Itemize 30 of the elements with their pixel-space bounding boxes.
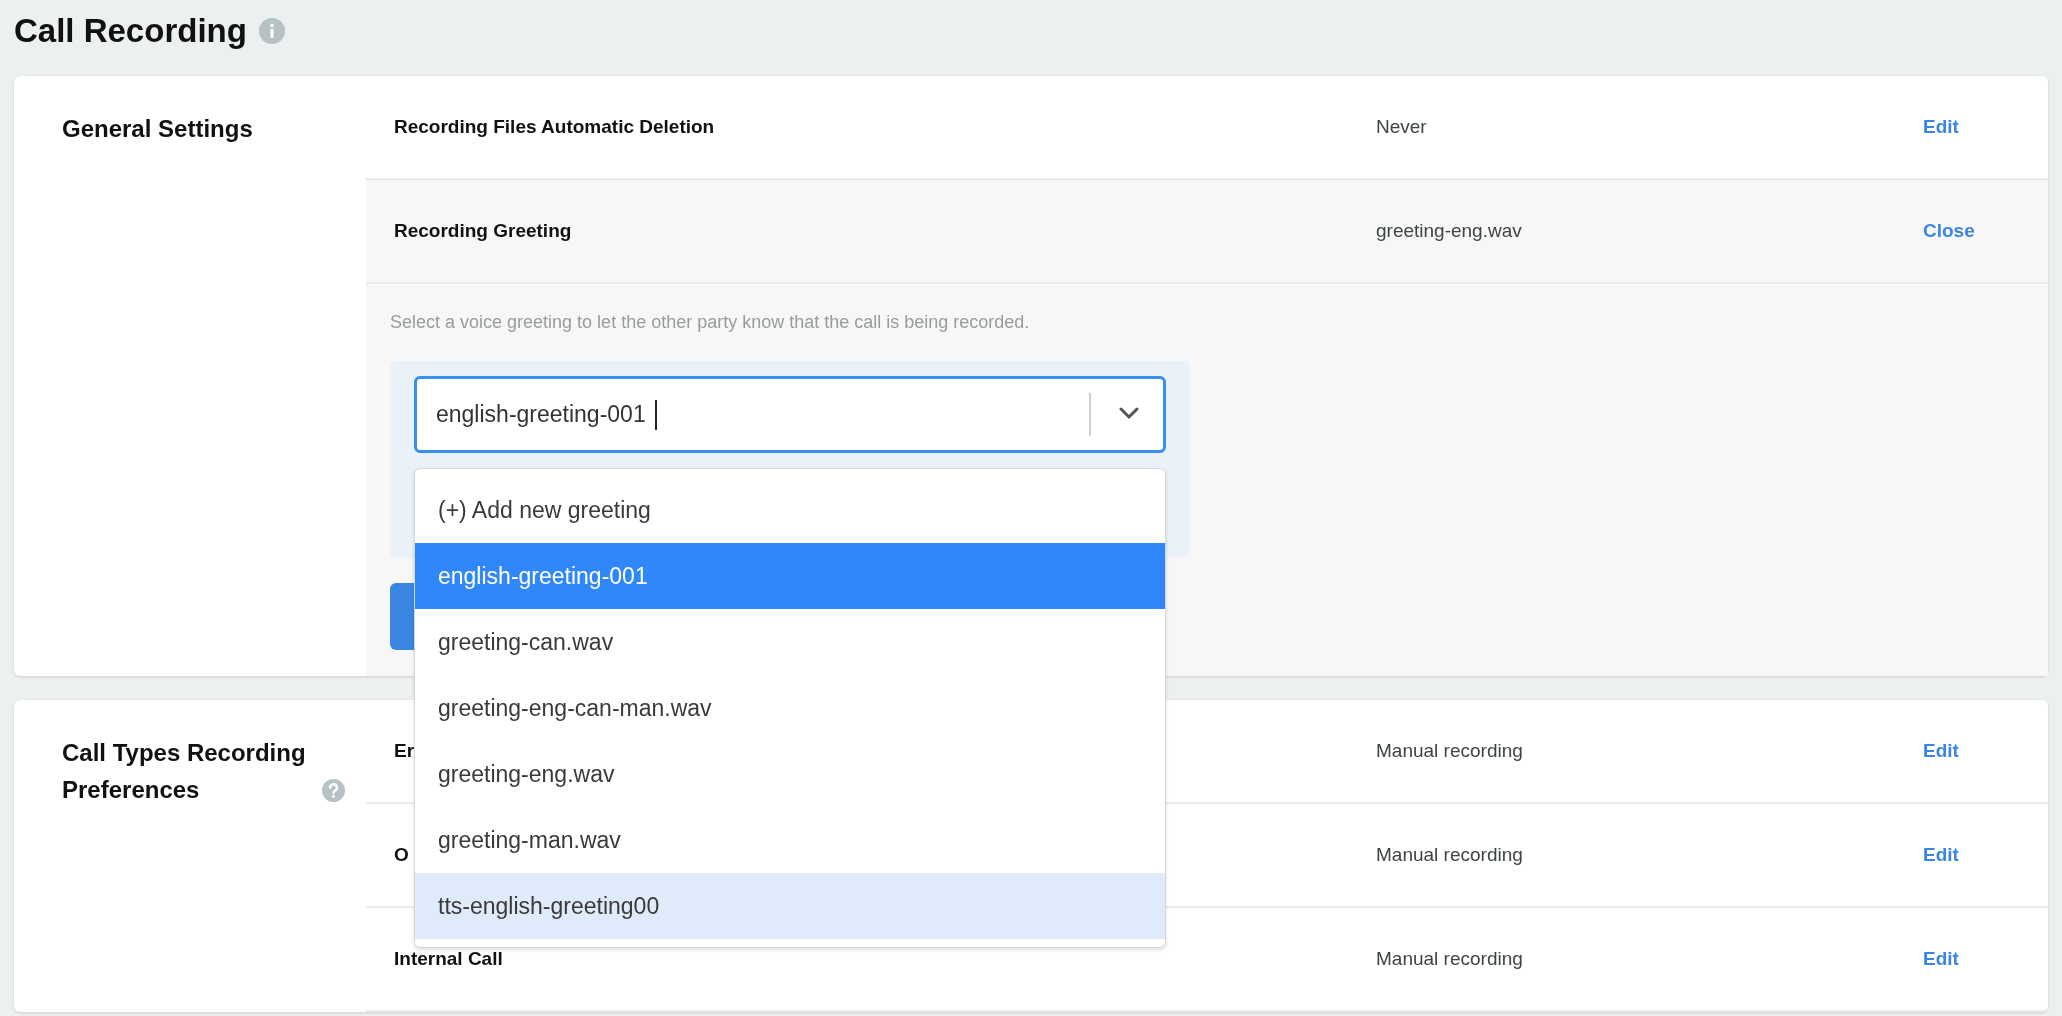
setting-label: Recording Files Automatic Deletion bbox=[394, 116, 715, 138]
edit-link[interactable]: Edit bbox=[1923, 948, 1959, 970]
setting-value: Manual recording bbox=[1376, 740, 1524, 762]
setting-label: Internal Call bbox=[394, 948, 503, 970]
setting-label: O bbox=[394, 844, 409, 866]
dropdown-option[interactable]: greeting-man.wav bbox=[415, 807, 1165, 873]
setting-label: Recording Greeting bbox=[394, 220, 572, 242]
dropdown-option[interactable]: greeting-eng-can-man.wav bbox=[415, 675, 1165, 741]
section-title: Call Types Recording Preferences bbox=[62, 738, 307, 805]
greeting-description: Select a voice greeting to let the other party know that the call is being recorded. bbox=[390, 312, 1031, 333]
dropdown-option[interactable]: greeting-can.wav bbox=[415, 609, 1165, 675]
chevron-down-icon[interactable] bbox=[1119, 406, 1139, 420]
dropdown-option[interactable]: tts-english-greeting00 bbox=[415, 873, 1165, 939]
setting-value: Never bbox=[1376, 116, 1428, 138]
help-icon[interactable] bbox=[322, 779, 345, 802]
setting-value: Manual recording bbox=[1376, 948, 1524, 970]
text-cursor bbox=[654, 399, 657, 430]
info-icon[interactable] bbox=[258, 18, 285, 44]
edit-link[interactable]: Edit bbox=[1923, 116, 1959, 138]
edit-link[interactable]: Edit bbox=[1923, 740, 1959, 762]
dropdown-option[interactable]: (+) Add new greeting bbox=[415, 477, 1165, 543]
setting-value: Manual recording bbox=[1376, 844, 1524, 866]
page-title: Call Recording bbox=[14, 12, 247, 50]
setting-value: greeting-eng.wav bbox=[1376, 220, 1523, 242]
greeting-select-field[interactable]: english-greeting-001 bbox=[414, 376, 1166, 453]
section-title: General Settings bbox=[62, 114, 254, 144]
dropdown-option[interactable]: greeting-eng.wav bbox=[415, 741, 1165, 807]
dropdown-option[interactable]: english-greeting-001 bbox=[415, 543, 1165, 609]
edit-link[interactable]: Edit bbox=[1923, 844, 1959, 866]
setting-label: Er bbox=[394, 740, 415, 762]
